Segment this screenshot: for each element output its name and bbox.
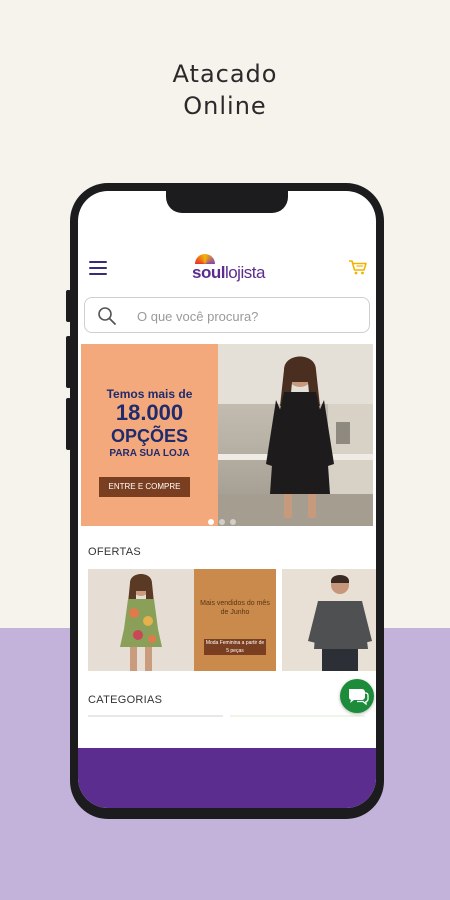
phone-notch bbox=[166, 191, 288, 213]
category-divider bbox=[88, 715, 223, 717]
app-logo: soullojista bbox=[192, 254, 272, 284]
offer-panel-text: Mais vendidos do mês de Junho bbox=[200, 600, 270, 616]
banner-cta-button[interactable]: ENTRE E COMPRE bbox=[99, 477, 190, 497]
phone-side-button bbox=[66, 398, 71, 450]
search-icon bbox=[97, 306, 117, 326]
banner-text-panel: Temos mais de 18.000 OPÇÕES PARA SUA LOJ… bbox=[81, 344, 218, 526]
chat-icon bbox=[348, 689, 369, 706]
promo-headline: Atacado Online bbox=[0, 58, 450, 122]
banner-dot[interactable] bbox=[230, 519, 236, 525]
whatsapp-chat-button[interactable] bbox=[340, 679, 374, 713]
category-divider bbox=[230, 715, 365, 717]
headline-line1: Atacado bbox=[172, 60, 278, 88]
banner-dot[interactable] bbox=[219, 519, 225, 525]
logo-text-lojista: lojista bbox=[224, 263, 265, 282]
search-input[interactable] bbox=[137, 306, 357, 326]
offer-panel-badge: Moda Feminina a partir de 5 peças bbox=[204, 639, 266, 655]
headline-line2: Online bbox=[183, 92, 267, 120]
offer-card-1[interactable]: Mais vendidos do mês de Junho Moda Femin… bbox=[88, 569, 276, 671]
logo-text: soullojista bbox=[192, 263, 265, 283]
logo-text-soul: soul bbox=[192, 263, 225, 282]
bottom-bar bbox=[78, 748, 376, 808]
phone-side-button bbox=[66, 336, 71, 388]
banner-line1: Temos mais de bbox=[106, 387, 193, 401]
banner-line3: OPÇÕES bbox=[110, 426, 189, 446]
banner-pagination[interactable] bbox=[208, 512, 241, 526]
offer-card-2[interactable] bbox=[282, 569, 376, 671]
search-bar[interactable] bbox=[84, 297, 370, 333]
menu-icon[interactable] bbox=[89, 261, 107, 275]
banner-line2: 18.000 bbox=[115, 400, 184, 425]
categories-section-title: CATEGORIAS bbox=[88, 694, 163, 706]
app-screen: soullojista Temos mais de 18.000 OPÇÕES … bbox=[78, 191, 376, 808]
offer-photo bbox=[88, 569, 194, 671]
hero-banner[interactable]: Temos mais de 18.000 OPÇÕES PARA SUA LOJ… bbox=[81, 344, 373, 526]
offers-section-title: OFERTAS bbox=[88, 546, 142, 558]
phone-side-button bbox=[66, 290, 71, 322]
banner-line4: PARA SUA LOJA bbox=[109, 448, 190, 459]
cart-icon[interactable] bbox=[348, 259, 368, 275]
banner-dot[interactable] bbox=[208, 519, 214, 525]
offer-text-panel: Mais vendidos do mês de Junho Moda Femin… bbox=[194, 569, 276, 671]
banner-model-photo bbox=[218, 344, 373, 526]
